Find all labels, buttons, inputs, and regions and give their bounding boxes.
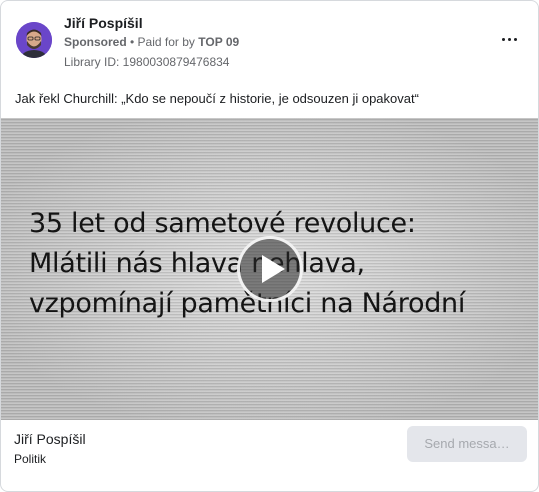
sponsored-label: Sponsored [64, 35, 127, 49]
more-dot [507, 37, 511, 41]
advertiser-name[interactable]: Jiří Pospíšil [64, 15, 143, 31]
ad-card: Jiří Pospíšil Sponsored • Paid for by TO… [0, 0, 539, 492]
ad-body-text: Jak řekl Churchill: „Kdo se nepoučí z hi… [15, 91, 419, 106]
sponsored-line: Sponsored • Paid for by TOP 09 [64, 35, 239, 49]
more-options-button[interactable] [497, 29, 521, 49]
ad-header: Jiří Pospíšil Sponsored • Paid for by TO… [15, 15, 525, 75]
footer-page-name[interactable]: Jiří Pospíšil [14, 431, 86, 447]
footer-page-category: Politik [14, 452, 47, 466]
more-dot [513, 37, 517, 41]
send-message-button[interactable]: Send messa… [407, 426, 527, 462]
play-icon [262, 255, 285, 283]
avatar-portrait-icon [16, 22, 52, 58]
play-button[interactable] [237, 236, 303, 302]
avatar[interactable] [16, 22, 52, 58]
more-horizontal-icon [501, 37, 505, 41]
video-player[interactable]: 35 let od sametové revoluce: Mlátili nás… [1, 118, 538, 420]
paid-for-by-name: TOP 09 [198, 35, 240, 49]
paid-for-by-prefix: • Paid for by [126, 35, 199, 49]
library-id: Library ID: 1980030879476834 [64, 55, 230, 69]
